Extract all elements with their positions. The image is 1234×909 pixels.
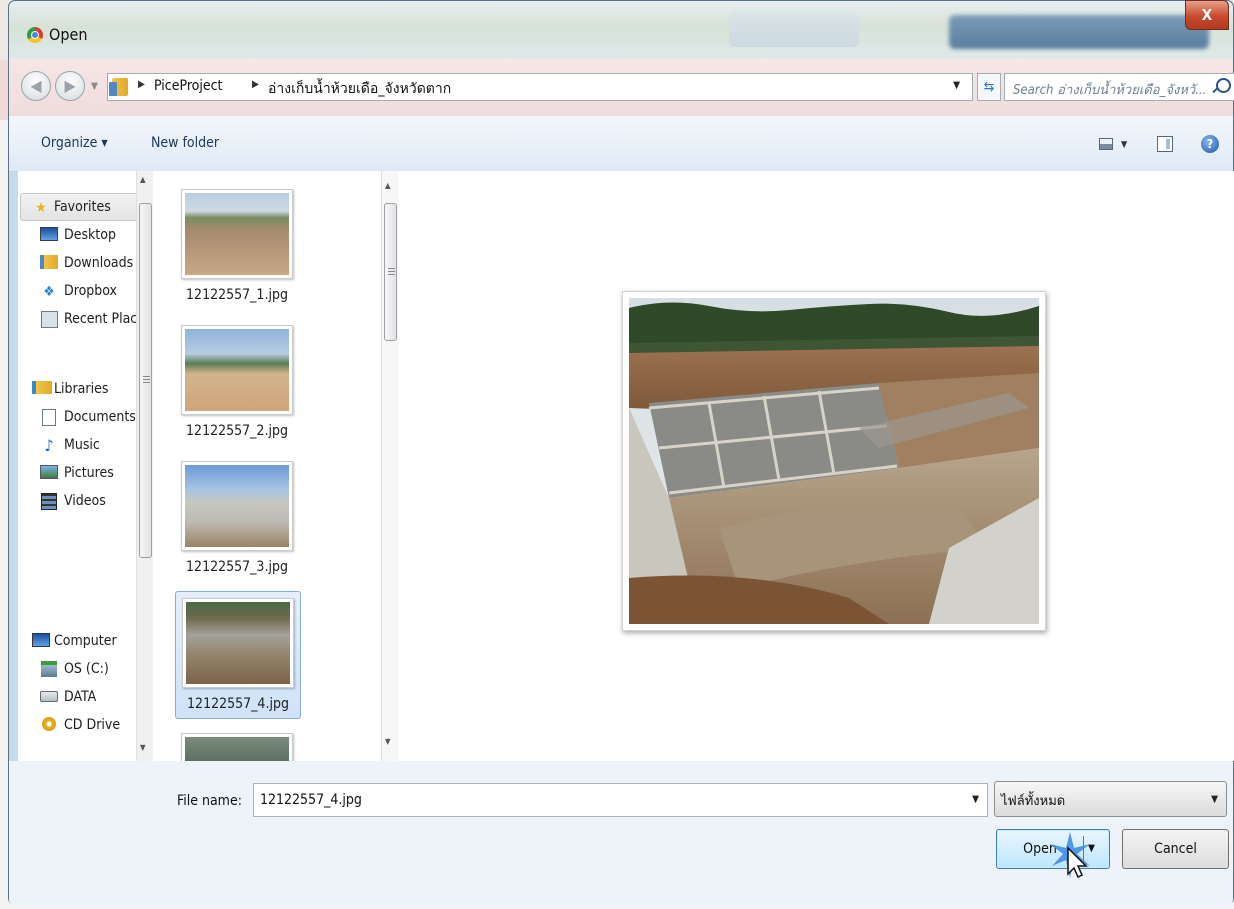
pictures-icon xyxy=(40,465,58,483)
preview-pane xyxy=(622,291,1046,631)
file-item[interactable] xyxy=(175,727,301,761)
documents-icon xyxy=(40,409,58,427)
window-title: Open xyxy=(49,25,88,44)
forward-arrow-icon: ▶ xyxy=(64,76,76,95)
sidebar-item-data[interactable]: DATA xyxy=(18,685,154,711)
thumbnail xyxy=(181,461,293,551)
scroll-down-icon[interactable]: ▼ xyxy=(385,737,391,746)
sidebar-item-libraries[interactable]: Libraries xyxy=(18,377,154,403)
chevron-down-icon[interactable]: ▼ xyxy=(972,794,979,805)
file-name-label: File name: xyxy=(177,793,242,809)
file-type-value: ไฟล์ทั้งหมด xyxy=(1001,794,1066,809)
chevron-down-icon[interactable]: ▼ xyxy=(1121,140,1127,150)
thumbnail xyxy=(181,733,293,761)
navigation-bar: ◀ ▶ ▼ ▶ PiceProject ▶ อ่างเก็บน้ำห้วยเดื… xyxy=(9,59,1234,116)
file-list: 12122557_1.jpg 12122557_2.jpg 12122557_3… xyxy=(173,171,388,761)
file-item[interactable]: 12122557_1.jpg xyxy=(175,183,301,311)
desktop-icon xyxy=(40,227,58,245)
content-area: ★ Favorites Desktop Downloads ❖ Dropbox … xyxy=(18,171,1234,761)
sidebar-item-desktop[interactable]: Desktop xyxy=(18,223,154,249)
chrome-icon xyxy=(27,27,43,43)
sidebar-item-videos[interactable]: Videos xyxy=(18,489,154,515)
address-bar[interactable]: ▶ PiceProject ▶ อ่างเก็บน้ำห้วยเดือ_จังห… xyxy=(107,73,973,101)
scroll-up-icon[interactable]: ▲ xyxy=(140,175,146,184)
help-icon[interactable]: ? xyxy=(1201,135,1219,153)
search-input[interactable]: Search อ่างเก็บน้ำห้วยเดือ_จังหวั... xyxy=(1004,73,1234,101)
thumbnail xyxy=(181,325,293,415)
file-name-input[interactable]: 12122557_4.jpg ▼ xyxy=(253,783,988,817)
close-button[interactable]: X xyxy=(1185,0,1229,30)
new-folder-button[interactable]: New folder xyxy=(151,135,219,151)
change-view-icon[interactable] xyxy=(1099,138,1113,150)
scrollbar-thumb[interactable] xyxy=(139,203,152,558)
chevron-right-icon: ▶ xyxy=(138,79,145,90)
sidebar-item-cd-drive[interactable]: CD Drive xyxy=(18,713,154,739)
recent-places-icon xyxy=(40,311,58,329)
search-placeholder: Search อ่างเก็บน้ำห้วยเดือ_จังหวั... xyxy=(1013,83,1207,98)
chevron-right-icon: ▶ xyxy=(252,79,259,90)
recent-locations-dropdown[interactable]: ▼ xyxy=(91,81,98,92)
sidebar-item-computer[interactable]: Computer xyxy=(18,629,154,655)
drive-icon xyxy=(40,689,58,707)
back-button[interactable]: ◀ xyxy=(21,71,51,101)
file-name: 12122557_2.jpg xyxy=(186,423,288,439)
sidebar-item-downloads[interactable]: Downloads xyxy=(18,251,154,277)
navigation-scrollbar[interactable]: ▲ ▼ xyxy=(136,171,153,761)
sidebar-item-os-drive[interactable]: OS (C:) xyxy=(18,657,154,683)
sidebar-item-dropbox[interactable]: ❖ Dropbox xyxy=(18,279,154,305)
breadcrumb-item-1[interactable]: อ่างเก็บน้ำห้วยเดือ_จังหวัดตาก xyxy=(268,78,451,100)
star-icon: ★ xyxy=(35,200,47,216)
preview-image xyxy=(629,298,1039,624)
file-item[interactable]: 12122557_2.jpg xyxy=(175,319,301,447)
os-drive-icon xyxy=(40,661,58,679)
dropbox-icon: ❖ xyxy=(43,284,55,300)
cancel-button[interactable]: Cancel xyxy=(1122,829,1229,869)
open-dialog: Open X ◀ ▶ ▼ ▶ PiceProject ▶ อ่างเก็บน้ำ… xyxy=(8,0,1234,906)
back-arrow-icon: ◀ xyxy=(30,76,42,95)
thumbnail xyxy=(182,598,294,688)
file-type-select[interactable]: ไฟล์ทั้งหมด ▼ xyxy=(994,781,1227,817)
chevron-down-icon: ▼ xyxy=(1211,794,1218,805)
chevron-down-icon[interactable]: ▼ xyxy=(953,80,960,91)
videos-icon xyxy=(40,493,58,511)
sidebar-item-recent-places[interactable]: Recent Places xyxy=(18,307,154,333)
computer-icon xyxy=(32,633,50,651)
libraries-icon xyxy=(32,381,52,399)
downloads-icon xyxy=(40,255,58,273)
file-name: 12122557_1.jpg xyxy=(186,287,288,303)
cd-drive-icon xyxy=(40,717,58,735)
file-name-value: 12122557_4.jpg xyxy=(260,792,362,808)
scroll-down-icon[interactable]: ▼ xyxy=(140,743,146,752)
refresh-button[interactable]: ⇆ xyxy=(977,73,1001,101)
preview-pane-icon[interactable] xyxy=(1157,136,1173,152)
file-name: 12122557_3.jpg xyxy=(186,559,288,575)
forward-button[interactable]: ▶ xyxy=(55,71,85,101)
file-item-selected[interactable]: 12122557_4.jpg xyxy=(175,591,301,719)
refresh-icon: ⇆ xyxy=(983,79,995,95)
scroll-up-icon[interactable]: ▲ xyxy=(385,181,391,190)
file-item[interactable]: 12122557_3.jpg xyxy=(175,455,301,583)
sidebar-item-music[interactable]: ♪ Music xyxy=(18,433,154,459)
sidebar-item-favorites[interactable]: ★ Favorites xyxy=(18,195,154,221)
search-icon[interactable] xyxy=(1216,78,1231,93)
mouse-cursor-icon xyxy=(1050,832,1090,879)
scrollbar-thumb[interactable] xyxy=(384,203,397,341)
file-list-scrollbar[interactable]: ▲ ▼ xyxy=(381,171,398,761)
thumbnail xyxy=(181,189,293,279)
title-bar: Open X xyxy=(9,0,1233,59)
command-toolbar: Organize ▾ New folder ▼ ? xyxy=(9,116,1233,172)
sidebar-item-pictures[interactable]: Pictures xyxy=(18,461,154,487)
navigation-pane: ★ Favorites Desktop Downloads ❖ Dropbox … xyxy=(18,171,154,761)
music-icon: ♪ xyxy=(44,436,54,455)
folder-icon xyxy=(109,78,128,96)
breadcrumb-item-0[interactable]: PiceProject xyxy=(154,78,223,94)
sidebar-item-documents[interactable]: Documents xyxy=(18,405,154,431)
organize-button[interactable]: Organize ▾ xyxy=(41,135,108,151)
file-name: 12122557_4.jpg xyxy=(187,696,289,712)
